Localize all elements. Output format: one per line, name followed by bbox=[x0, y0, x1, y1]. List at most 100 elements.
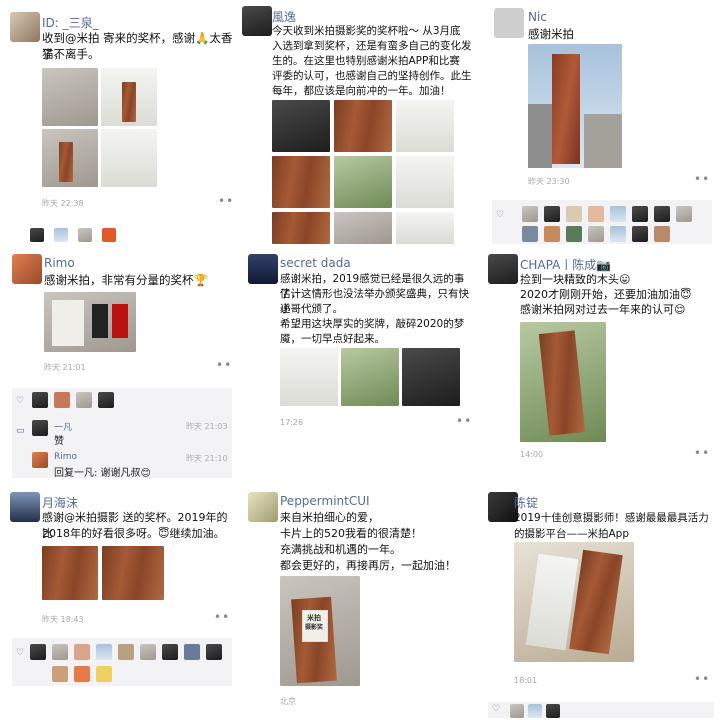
more-dots-icon[interactable]: •• bbox=[218, 194, 234, 208]
moment-post-5: secret dada 感谢米拍，2019感觉已经是很久远的事了， 估计这情形也… bbox=[240, 248, 478, 480]
post-text-line: 感谢米拍，非常有分量的奖杯🏆 bbox=[44, 273, 208, 287]
liker-avatar[interactable] bbox=[184, 644, 200, 660]
liker-avatar[interactable] bbox=[588, 226, 604, 242]
poster-name[interactable]: 月海沫 bbox=[42, 494, 78, 511]
liker-avatar[interactable] bbox=[546, 704, 560, 718]
post-photo[interactable] bbox=[528, 44, 622, 168]
post-photo[interactable] bbox=[520, 322, 606, 442]
moment-post-3: Nic 感谢米拍 昨天 23:30 •• ♡ bbox=[482, 0, 718, 244]
post-photo[interactable] bbox=[396, 212, 454, 244]
location-text[interactable]: 北京 bbox=[280, 696, 296, 707]
liker-avatar[interactable] bbox=[140, 644, 156, 660]
avatar[interactable] bbox=[12, 254, 42, 284]
poster-name[interactable]: ID: _三泉_ bbox=[42, 14, 99, 31]
post-photo[interactable] bbox=[334, 156, 392, 208]
avatar[interactable] bbox=[10, 12, 40, 42]
post-photo[interactable] bbox=[42, 68, 98, 126]
liker-avatar[interactable] bbox=[206, 644, 222, 660]
post-photo[interactable] bbox=[396, 100, 454, 152]
liker-avatar[interactable] bbox=[610, 206, 626, 222]
poster-name[interactable]: PeppermintCUI bbox=[280, 494, 370, 508]
poster-name[interactable]: 陈锭 bbox=[514, 494, 538, 511]
post-text-line: 2018年的好看很多呀。😇继续加油。 bbox=[42, 527, 225, 540]
liker-avatar[interactable] bbox=[522, 206, 538, 222]
post-photo[interactable] bbox=[102, 546, 164, 600]
liker-avatar[interactable] bbox=[522, 226, 538, 242]
liker-avatar[interactable] bbox=[96, 644, 112, 660]
liker-avatar[interactable] bbox=[654, 206, 670, 222]
post-photo[interactable] bbox=[272, 212, 330, 244]
post-photo[interactable] bbox=[280, 348, 338, 406]
liker-avatar[interactable] bbox=[566, 226, 582, 242]
liker-avatar[interactable] bbox=[566, 206, 582, 222]
avatar[interactable] bbox=[248, 492, 278, 522]
liker-avatar[interactable] bbox=[76, 392, 92, 408]
liker-avatar[interactable] bbox=[632, 206, 648, 222]
avatar[interactable] bbox=[242, 6, 272, 36]
avatar[interactable] bbox=[494, 8, 524, 38]
liker-avatar[interactable] bbox=[74, 666, 90, 682]
liker-avatar[interactable] bbox=[102, 228, 116, 242]
post-photo[interactable] bbox=[514, 542, 634, 662]
liker-avatar[interactable] bbox=[52, 666, 68, 682]
post-photo[interactable] bbox=[334, 100, 392, 152]
liker-avatar[interactable] bbox=[676, 206, 692, 222]
poster-name[interactable]: 風逸 bbox=[272, 8, 296, 25]
liker-avatar[interactable] bbox=[32, 392, 48, 408]
post-photo[interactable] bbox=[44, 292, 136, 352]
more-dots-icon[interactable]: •• bbox=[694, 446, 710, 460]
post-photo[interactable] bbox=[59, 142, 73, 182]
liker-avatar[interactable] bbox=[544, 226, 560, 242]
post-photo[interactable] bbox=[396, 156, 454, 208]
more-dots-icon[interactable]: •• bbox=[694, 172, 710, 186]
liker-avatar[interactable] bbox=[510, 704, 524, 718]
liker-avatar[interactable] bbox=[588, 206, 604, 222]
more-dots-icon[interactable]: •• bbox=[456, 414, 472, 428]
avatar[interactable] bbox=[488, 254, 518, 284]
comment-author[interactable]: Rimo bbox=[54, 452, 77, 462]
post-photo[interactable] bbox=[42, 546, 98, 600]
more-dots-icon[interactable]: •• bbox=[214, 610, 230, 624]
liker-avatar[interactable] bbox=[632, 226, 648, 242]
post-photo[interactable]: 米拍 摄影奖 bbox=[280, 576, 360, 686]
liker-avatar[interactable] bbox=[98, 392, 114, 408]
more-dots-icon[interactable]: •• bbox=[694, 672, 710, 686]
liker-avatar[interactable] bbox=[610, 226, 626, 242]
post-photo[interactable] bbox=[272, 156, 330, 208]
commenter-avatar[interactable] bbox=[32, 420, 48, 436]
more-dots-icon[interactable]: •• bbox=[216, 358, 232, 372]
avatar[interactable] bbox=[10, 492, 40, 522]
poster-name[interactable]: secret dada bbox=[280, 256, 351, 270]
post-text-line: 感谢米拍 bbox=[528, 27, 574, 41]
liker-avatar[interactable] bbox=[96, 666, 112, 682]
post-time: 14:00 bbox=[520, 450, 544, 459]
heart-icon: ♡ bbox=[16, 648, 25, 658]
liker-avatar[interactable] bbox=[118, 644, 134, 660]
post-photo[interactable] bbox=[272, 100, 330, 152]
building bbox=[584, 114, 622, 168]
liker-avatar[interactable] bbox=[30, 644, 46, 660]
poster-name[interactable]: Nic bbox=[528, 10, 547, 24]
liker-avatar[interactable] bbox=[528, 704, 542, 718]
liker-avatar[interactable] bbox=[162, 644, 178, 660]
avatar[interactable] bbox=[248, 254, 278, 284]
post-photo[interactable] bbox=[334, 212, 392, 244]
poster-name[interactable]: CHAPA丨陈成📷 bbox=[520, 256, 611, 273]
liker-avatar[interactable] bbox=[54, 392, 70, 408]
post-photo[interactable] bbox=[122, 82, 136, 122]
liker-avatar[interactable] bbox=[52, 644, 68, 660]
post-photo[interactable] bbox=[402, 348, 460, 406]
commenter-avatar[interactable] bbox=[32, 452, 48, 468]
post-photo[interactable] bbox=[341, 348, 399, 406]
liker-avatar[interactable] bbox=[78, 228, 92, 242]
poster-name[interactable]: Rimo bbox=[44, 256, 75, 270]
liker-avatar[interactable] bbox=[544, 206, 560, 222]
liker-avatar[interactable] bbox=[74, 644, 90, 660]
likes-panel: ♡ ▭ 一凡 赞 昨天 21:03 Rimo 回复一凡: 谢谢凡叔😊 昨天 21… bbox=[12, 388, 232, 479]
post-time: 昨天 22:38 bbox=[42, 199, 84, 208]
post-photo[interactable] bbox=[101, 129, 157, 187]
liker-avatar[interactable] bbox=[54, 228, 68, 242]
liker-avatar[interactable] bbox=[30, 228, 44, 242]
liker-avatar[interactable] bbox=[654, 226, 670, 242]
heart-icon: ♡ bbox=[496, 210, 505, 220]
